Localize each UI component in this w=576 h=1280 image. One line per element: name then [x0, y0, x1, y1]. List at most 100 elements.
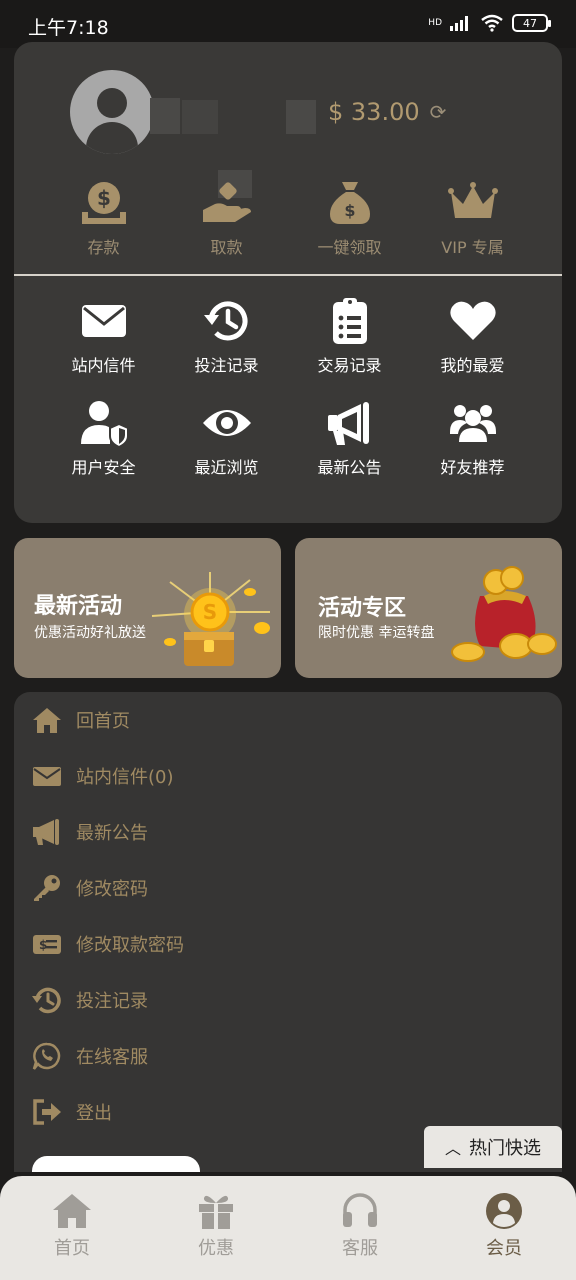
menu-label: 最新公告: [76, 823, 148, 844]
hot-quick-pick-button[interactable]: ︿ 热门快选: [424, 1126, 562, 1168]
signal-icon: [450, 16, 468, 31]
func-label: 交易记录: [317, 356, 382, 375]
chevron-up-icon: ︿: [444, 1139, 461, 1158]
partial-pill-button[interactable]: [32, 1156, 200, 1172]
megaphone-icon: [33, 819, 59, 845]
promo-subtitle: 优惠活动好礼放送: [34, 625, 146, 641]
user-shield-icon: [80, 401, 129, 448]
status-bar: 上午7:18 HD 47: [0, 0, 576, 48]
avatar[interactable]: [70, 70, 154, 154]
menu-logout[interactable]: 登出: [32, 1092, 112, 1132]
whatsapp-icon: [32, 1042, 61, 1070]
crown-icon: [447, 182, 498, 218]
menu-label: 登出: [76, 1103, 112, 1124]
menu-label: 修改取款密码: [76, 935, 184, 956]
coin-bag-illustration: [451, 566, 557, 662]
gift-icon: [199, 1195, 233, 1229]
func-messages[interactable]: 站内信件: [42, 296, 165, 376]
menu-support[interactable]: 在线客服: [32, 1036, 148, 1076]
profile-card: $ 33.00 ⟳ $ 存款 取款 $ 一键领取 VIP 专属 站内信件 投注记…: [14, 42, 562, 523]
promo-title: 活动专区: [318, 596, 407, 621]
menu-change-withdraw-password[interactable]: $ 修改取款密码: [32, 924, 184, 964]
balance-amount: $ 33.00: [328, 98, 420, 126]
promo-title: 最新活动: [34, 594, 123, 619]
func-label: 用户安全: [71, 458, 136, 477]
nav-label: 会员: [486, 1238, 522, 1259]
deposit-button[interactable]: $ 存款: [42, 180, 165, 260]
claim-all-label: 一键领取: [317, 238, 382, 257]
home-icon: [33, 708, 61, 733]
vip-label: VIP 专属: [441, 238, 504, 257]
refresh-icon[interactable]: ⟳: [430, 100, 447, 124]
func-recent[interactable]: 最近浏览: [165, 398, 288, 478]
func-label: 投注记录: [194, 356, 259, 375]
nav-label: 优惠: [198, 1238, 234, 1259]
func-label: 站内信件: [71, 356, 136, 375]
function-grid: 站内信件 投注记录 交易记录 我的最爱 用户安全 最近浏览 最新公告 好友推荐: [42, 296, 534, 478]
battery-level: 47: [523, 16, 537, 30]
balance-display: $ 33.00 ⟳: [328, 98, 446, 126]
svg-text:$: $: [344, 201, 355, 220]
menu-bet-history[interactable]: 投注记录: [32, 980, 148, 1020]
treasure-chest-illustration: S: [151, 572, 270, 666]
logout-icon: [33, 1099, 61, 1125]
svg-text:$: $: [97, 186, 111, 210]
history-icon: [32, 987, 61, 1014]
member-icon: [486, 1193, 522, 1229]
menu-announcements[interactable]: 最新公告: [32, 812, 148, 852]
card-icon: $: [33, 935, 61, 954]
nav-promotions[interactable]: 优惠: [144, 1176, 288, 1280]
promo-latest-events[interactable]: 最新活动 优惠活动好礼放送 S: [14, 538, 281, 678]
menu-label: 投注记录: [76, 991, 148, 1012]
menu-home[interactable]: 回首页: [32, 700, 130, 740]
envelope-icon: [33, 767, 61, 786]
bottom-nav: 首页 优惠 客服 会员: [0, 1176, 576, 1280]
key-icon: [34, 875, 60, 901]
hot-quick-pick-label: 热门快选: [469, 1138, 541, 1159]
menu-change-password[interactable]: 修改密码: [32, 868, 148, 908]
history-icon: [203, 301, 247, 341]
heart-icon: [449, 301, 496, 340]
menu-messages[interactable]: 站内信件(0): [32, 756, 174, 796]
deposit-money-icon: $: [81, 182, 126, 224]
func-label: 好友推荐: [440, 458, 505, 477]
nav-home[interactable]: 首页: [0, 1176, 144, 1280]
func-label: 最近浏览: [194, 458, 259, 477]
menu-label: 站内信件(0): [76, 767, 174, 788]
nav-support[interactable]: 客服: [288, 1176, 432, 1280]
wifi-icon: [481, 14, 503, 32]
promo-event-zone[interactable]: 活动专区 限时优惠 幸运转盘: [295, 538, 562, 678]
withdraw-hand-icon: [202, 182, 251, 222]
withdraw-button[interactable]: 取款: [165, 180, 288, 260]
menu-label: 在线客服: [76, 1047, 148, 1068]
money-bag-icon: $: [329, 182, 370, 224]
username-mosaic: [150, 98, 180, 134]
wallet-actions: $ 存款 取款 $ 一键领取 VIP 专属: [42, 180, 534, 260]
claim-all-button[interactable]: $ 一键领取: [288, 180, 411, 260]
vip-button[interactable]: VIP 专属: [411, 180, 534, 260]
withdraw-label: 取款: [210, 238, 243, 257]
menu-label: 回首页: [76, 711, 130, 732]
deposit-label: 存款: [87, 238, 120, 257]
func-security[interactable]: 用户安全: [42, 398, 165, 478]
func-favorites[interactable]: 我的最爱: [411, 296, 534, 376]
func-label: 我的最爱: [440, 356, 505, 375]
func-label: 最新公告: [317, 458, 382, 477]
func-referral[interactable]: 好友推荐: [411, 398, 534, 478]
nav-member[interactable]: 会员: [432, 1176, 576, 1280]
clipboard-list-icon: [332, 298, 367, 344]
func-transactions[interactable]: 交易记录: [288, 296, 411, 376]
battery-icon: 47: [512, 14, 551, 32]
eye-icon: [202, 410, 251, 436]
func-bet-history[interactable]: 投注记录: [165, 296, 288, 376]
menu-list: 回首页 站内信件(0) 最新公告 修改密码 $ 修改取款密码 投注记录 在线客服…: [14, 692, 562, 1172]
users-icon: [449, 405, 496, 442]
menu-label: 修改密码: [76, 879, 148, 900]
network-label: HD: [428, 18, 442, 28]
promo-subtitle: 限时优惠 幸运转盘: [318, 625, 435, 641]
megaphone-icon: [327, 402, 369, 445]
home-icon: [53, 1194, 91, 1228]
envelope-icon: [81, 305, 126, 337]
headset-icon: [343, 1193, 377, 1227]
func-announcements[interactable]: 最新公告: [288, 398, 411, 478]
